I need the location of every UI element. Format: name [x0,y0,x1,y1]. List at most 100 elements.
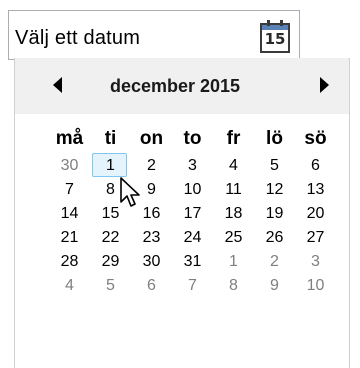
calendar-day-cell[interactable]: 18 [213,203,254,225]
calendar-day-label: 24 [183,229,202,246]
date-input-placeholder: Välj ett datum [15,27,141,49]
calendar-icon-day: 15 [264,30,286,48]
calendar-day-cell[interactable]: 23 [131,227,172,249]
calendar-icon-ring-right [280,20,283,26]
calendar-day-cell[interactable]: 19 [254,203,295,225]
calendar-day-label: 18 [224,205,243,222]
calendar-day-label: 12 [265,181,284,198]
calendar-day-cell[interactable]: 1 [213,251,254,273]
calendar-grid: må ti on to fr lö sö 30 1 2 3 4 5 6 7 8 9 10 11 12 13… [49,124,339,298]
calendar-day-cell[interactable]: 4 [49,275,90,297]
calendar-day-label: 7 [65,181,74,198]
calendar-day-label: 4 [229,157,238,174]
weekday-header: sö [304,128,327,149]
calendar-week-row: 7 8 9 10 11 12 13 [49,178,339,202]
calendar-day-cell[interactable]: 3 [172,155,213,177]
calendar-day-label: 13 [306,181,325,198]
calendar-week-row: 4 5 6 7 8 9 10 [49,274,339,298]
next-month-arrow-icon[interactable] [320,77,329,93]
calendar-day-label: 5 [270,157,279,174]
calendar-day-label: 16 [142,205,161,222]
calendar-day-label: 9 [147,181,156,198]
calendar-day-cell[interactable]: 28 [49,251,90,273]
calendar-day-cell[interactable]: 11 [213,179,254,201]
date-input-field[interactable]: Välj ett datum 15 [8,10,300,60]
calendar-day-label: 4 [65,277,74,294]
calendar-dropdown: december 2015 må ti on to fr lö sö 30 1 2 3… [14,58,350,368]
calendar-day-cell[interactable]: 5 [254,155,295,177]
weekday-header: ti [104,128,117,149]
calendar-day-label: 3 [311,253,320,270]
calendar-day-cell[interactable]: 31 [172,251,213,273]
calendar-day-cell[interactable]: 17 [172,203,213,225]
calendar-day-label: 6 [311,157,320,174]
calendar-icon[interactable]: 15 [260,20,290,53]
calendar-day-cell[interactable]: 30 [49,155,90,177]
calendar-icon-header [260,23,290,30]
calendar-day-label: 8 [106,181,115,198]
calendar-day-cell[interactable]: 7 [49,179,90,201]
date-picker-stage: Välj ett datum 15 december 2015 må ti on… [0,0,360,368]
calendar-day-cell[interactable]: 4 [213,155,254,177]
calendar-day-cell[interactable]: 10 [295,275,336,297]
mouse-pointer-icon [120,177,140,207]
calendar-day-cell[interactable]: 9 [254,275,295,297]
calendar-day-label: 25 [224,229,243,246]
calendar-day-label: 10 [306,277,325,294]
calendar-header: december 2015 [15,58,349,114]
calendar-day-cell[interactable]: 8 [213,275,254,297]
weekday-header: fr [226,128,241,149]
calendar-day-label: 1 [106,157,115,174]
calendar-day-cell[interactable]: 25 [213,227,254,249]
calendar-day-label: 31 [183,253,202,270]
month-title[interactable]: december 2015 [15,76,349,97]
calendar-day-cell[interactable]: 20 [295,203,336,225]
calendar-day-label: 14 [60,205,79,222]
calendar-day-cell[interactable]: 2 [131,155,172,177]
calendar-day-cell[interactable]: 24 [172,227,213,249]
calendar-day-label: 28 [60,253,79,270]
calendar-day-cell[interactable]: 26 [254,227,295,249]
calendar-week-row: 28 29 30 31 1 2 3 [49,250,339,274]
weekday-header: må [55,128,84,149]
calendar-day-cell[interactable]: 22 [90,227,131,249]
calendar-day-label: 26 [265,229,284,246]
calendar-day-label: 8 [229,277,238,294]
calendar-icon-ring-left [267,20,270,26]
calendar-day-cell[interactable]: 7 [172,275,213,297]
calendar-day-label: 29 [101,253,120,270]
calendar-day-label: 10 [183,181,202,198]
calendar-day-label: 23 [142,229,161,246]
calendar-day-cell[interactable]: 21 [49,227,90,249]
calendar-day-cell[interactable]: 6 [131,275,172,297]
calendar-day-label: 5 [106,277,115,294]
calendar-day-label: 30 [60,157,79,174]
calendar-day-label: 1 [229,253,238,270]
weekday-header-row: må ti on to fr lö sö [49,124,339,154]
calendar-day-cell[interactable]: 14 [49,203,90,225]
calendar-day-label: 20 [306,205,325,222]
calendar-day-label: 9 [270,277,279,294]
calendar-day-label: 30 [142,253,161,270]
calendar-day-label: 11 [225,181,242,198]
calendar-day-label: 17 [183,205,202,222]
calendar-day-cell[interactable]: 30 [131,251,172,273]
calendar-day-cell[interactable]: 6 [295,155,336,177]
weekday-header: to [183,128,202,149]
calendar-day-label: 15 [101,205,120,222]
calendar-week-row: 21 22 23 24 25 26 27 [49,226,339,250]
calendar-day-cell[interactable]: 12 [254,179,295,201]
weekday-header: on [139,128,164,149]
calendar-day-label: 3 [188,157,197,174]
calendar-day-cell[interactable]: 27 [295,227,336,249]
weekday-header: lö [266,128,283,149]
calendar-day-cell[interactable]: 1 [90,153,131,177]
calendar-week-row: 30 1 2 3 4 5 6 [49,153,339,178]
calendar-day-cell[interactable]: 10 [172,179,213,201]
calendar-day-cell[interactable]: 13 [295,179,336,201]
calendar-day-cell[interactable]: 29 [90,251,131,273]
calendar-day-label: 21 [60,229,79,246]
calendar-day-cell[interactable]: 3 [295,251,336,273]
calendar-day-cell[interactable]: 5 [90,275,131,297]
calendar-day-cell[interactable]: 2 [254,251,295,273]
